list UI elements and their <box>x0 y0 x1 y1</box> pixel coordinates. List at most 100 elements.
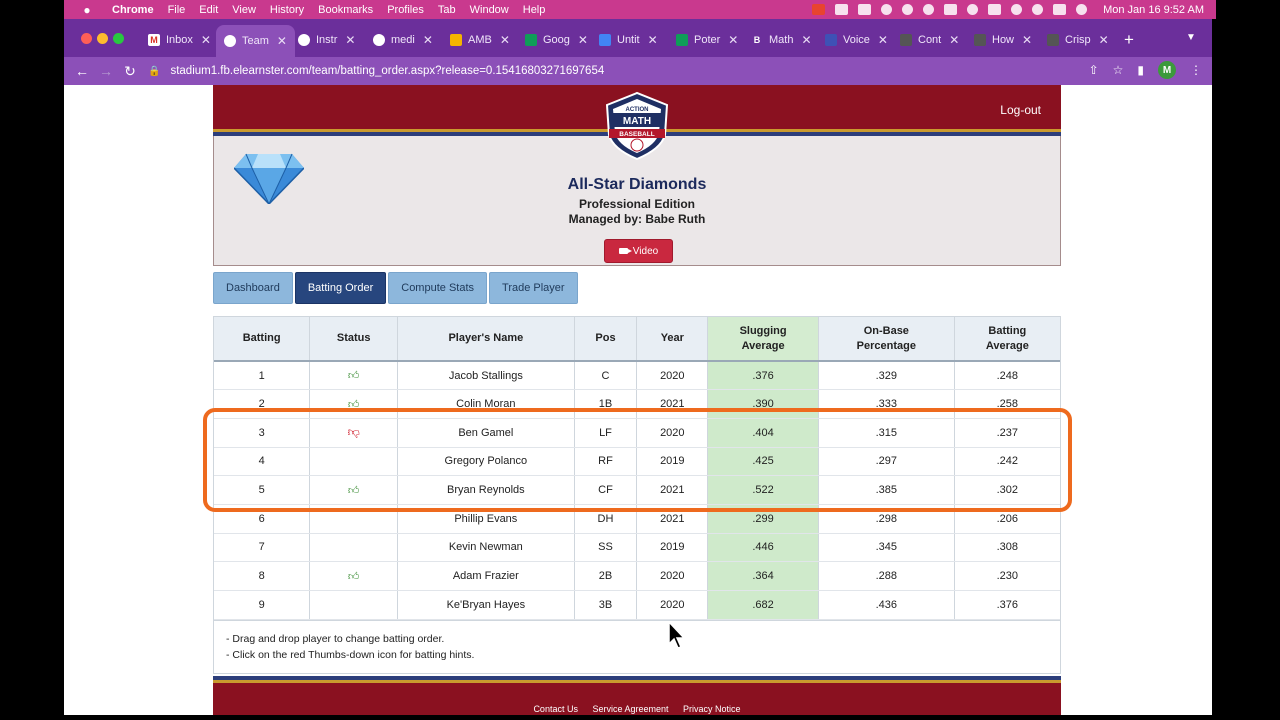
tab-close-icon[interactable]: ✕ <box>578 33 588 47</box>
table-row[interactable]: 2 👍︎ Colin Moran 1B 2021.390.333.258 <box>214 389 1060 419</box>
record-icon[interactable] <box>812 4 826 15</box>
drive-icon[interactable] <box>835 4 849 15</box>
cell-status[interactable] <box>309 533 399 563</box>
menu-profiles[interactable]: Profiles <box>387 4 424 16</box>
service-agreement-link[interactable]: Service Agreement <box>592 704 668 714</box>
window-close-button[interactable] <box>81 33 92 44</box>
cell-pos: SS <box>574 533 638 563</box>
spotlight-search-icon[interactable] <box>1032 4 1044 15</box>
bookmark-star-icon[interactable]: ☆ <box>1113 63 1124 77</box>
menu-edit[interactable]: Edit <box>199 4 218 16</box>
menu-tab[interactable]: Tab <box>438 4 456 16</box>
browser-tab[interactable]: medi ✕ <box>373 29 433 51</box>
wifi-icon[interactable] <box>1011 4 1023 15</box>
logout-link[interactable]: Log-out <box>1000 103 1041 117</box>
table-row[interactable]: 1 👍︎ Jacob Stallings C 2020.376.329.248 <box>214 361 1060 391</box>
tab-trade-player[interactable]: Trade Player <box>489 272 578 304</box>
browser-tab[interactable]: M Inbox ✕ <box>148 29 211 51</box>
bluetooth-icon[interactable] <box>967 4 979 15</box>
creative-cloud-icon[interactable] <box>881 4 893 15</box>
forward-arrow-icon[interactable]: → <box>94 63 118 79</box>
profile-avatar[interactable]: M <box>1158 61 1176 79</box>
wd-icon[interactable] <box>858 4 872 15</box>
browser-tab[interactable]: Poter ✕ <box>676 29 738 51</box>
cell-status[interactable] <box>309 504 399 534</box>
cell-avg: .206 <box>954 504 1060 534</box>
table-row[interactable]: 3 👎︎ Ben Gamel LF 2020.404.315.237 <box>214 418 1060 448</box>
window-minimize-button[interactable] <box>97 33 108 44</box>
contact-us-link[interactable]: Contact Us <box>533 704 578 714</box>
compass-icon[interactable] <box>902 4 914 15</box>
address-url[interactable]: stadium1.fb.elearnster.com/team/batting_… <box>170 65 604 77</box>
tab-close-icon[interactable]: ✕ <box>277 34 287 48</box>
menu-view[interactable]: View <box>232 4 256 16</box>
browser-tab[interactable]: Untit ✕ <box>599 29 658 51</box>
browser-tab[interactable]: B Math ✕ <box>751 29 812 51</box>
cell-status[interactable]: 👍︎ <box>309 361 399 391</box>
cell-status[interactable]: 👍︎ <box>309 475 399 505</box>
col-header-year: Year <box>636 317 709 362</box>
tab-close-icon[interactable]: ✕ <box>728 33 738 47</box>
tab-compute-stats[interactable]: Compute Stats <box>388 272 488 304</box>
browser-tab[interactable]: Cont ✕ <box>900 29 959 51</box>
table-row[interactable]: 7 Kevin Newman SS 2019.446.345.308 <box>214 533 1060 563</box>
table-row[interactable]: 9 Ke'Bryan Hayes 3B 2020.682.436.376 <box>214 590 1060 620</box>
menu-app-chrome[interactable]: Chrome <box>112 4 154 16</box>
siri-icon[interactable] <box>1076 4 1088 15</box>
table-row[interactable]: 5 👍︎ Bryan Reynolds CF 2021.522.385.302 <box>214 475 1060 505</box>
cell-slugging: .522 <box>707 475 819 505</box>
col-header-status: Status <box>309 317 399 362</box>
address-bar[interactable]: 🔒 stadium1.fb.elearnster.com/team/battin… <box>148 59 1094 83</box>
tab-close-icon[interactable]: ✕ <box>500 33 510 47</box>
thumbs-down-icon[interactable]: 👎︎ <box>348 425 360 439</box>
cell-status[interactable]: 👍︎ <box>309 389 399 419</box>
share-icon[interactable]: ⇧ <box>1089 63 1099 77</box>
menubar-clock[interactable]: Mon Jan 16 9:52 AM <box>1103 4 1204 16</box>
menu-help[interactable]: Help <box>523 4 546 16</box>
lock-icon[interactable]: 🔒 <box>148 66 160 77</box>
cell-status[interactable]: 👍︎ <box>309 561 399 591</box>
tab-close-icon[interactable]: ✕ <box>648 33 658 47</box>
tab-close-icon[interactable]: ✕ <box>1099 33 1109 47</box>
menu-file[interactable]: File <box>168 4 186 16</box>
menu-history[interactable]: History <box>270 4 304 16</box>
privacy-notice-link[interactable]: Privacy Notice <box>683 704 741 714</box>
sidepanel-icon[interactable]: ▮ <box>1137 63 1144 77</box>
browser-tab[interactable]: Voice ✕ <box>825 29 888 51</box>
tab-close-icon[interactable]: ✕ <box>878 33 888 47</box>
new-tab-plus-icon[interactable]: + <box>1124 30 1134 50</box>
display-icon[interactable] <box>944 4 958 15</box>
cell-status[interactable] <box>309 447 399 477</box>
tab-close-icon[interactable]: ✕ <box>801 33 811 47</box>
browser-tab[interactable]: Goog ✕ <box>525 29 588 51</box>
menu-bookmarks[interactable]: Bookmarks <box>318 4 373 16</box>
cell-status[interactable]: 👎︎ <box>309 418 399 448</box>
tab-search-chevron-icon[interactable]: ▼ <box>1186 32 1196 43</box>
tab-close-icon[interactable]: ✕ <box>949 33 959 47</box>
reload-icon[interactable]: ↻ <box>118 63 142 80</box>
cell-status[interactable] <box>309 590 399 620</box>
window-zoom-button[interactable] <box>113 33 124 44</box>
browser-tab[interactable]: Crisp ✕ <box>1047 29 1109 51</box>
apple-icon[interactable]: ● <box>80 3 94 17</box>
browser-tab[interactable]: AMB ✕ <box>450 29 510 51</box>
browser-tab[interactable]: Instr ✕ <box>298 29 355 51</box>
battery-icon[interactable] <box>988 4 1002 15</box>
tab-batting-order[interactable]: Batting Order <box>294 272 387 304</box>
tab-close-icon[interactable]: ✕ <box>423 33 433 47</box>
tab-close-icon[interactable]: ✕ <box>345 33 355 47</box>
table-row[interactable]: 4 Gregory Polanco RF 2019.425.297.242 <box>214 447 1060 477</box>
back-arrow-icon[interactable]: ← <box>70 63 94 79</box>
menu-window[interactable]: Window <box>470 4 509 16</box>
browser-tab-active[interactable]: Team ✕ <box>216 25 295 57</box>
tab-close-icon[interactable]: ✕ <box>201 33 211 47</box>
browser-tab[interactable]: How ✕ <box>974 29 1032 51</box>
table-row[interactable]: 8 👍︎ Adam Frazier 2B 2020.364.288.230 <box>214 561 1060 591</box>
kebab-menu-icon[interactable]: ⋮ <box>1190 63 1202 77</box>
table-row[interactable]: 6 Phillip Evans DH 2021.299.298.206 <box>214 504 1060 534</box>
video-button[interactable]: Video <box>604 239 673 263</box>
headphones-icon[interactable] <box>923 4 935 15</box>
tab-dashboard[interactable]: Dashboard <box>213 272 293 304</box>
control-center-icon[interactable] <box>1053 4 1067 15</box>
tab-close-icon[interactable]: ✕ <box>1022 33 1032 47</box>
